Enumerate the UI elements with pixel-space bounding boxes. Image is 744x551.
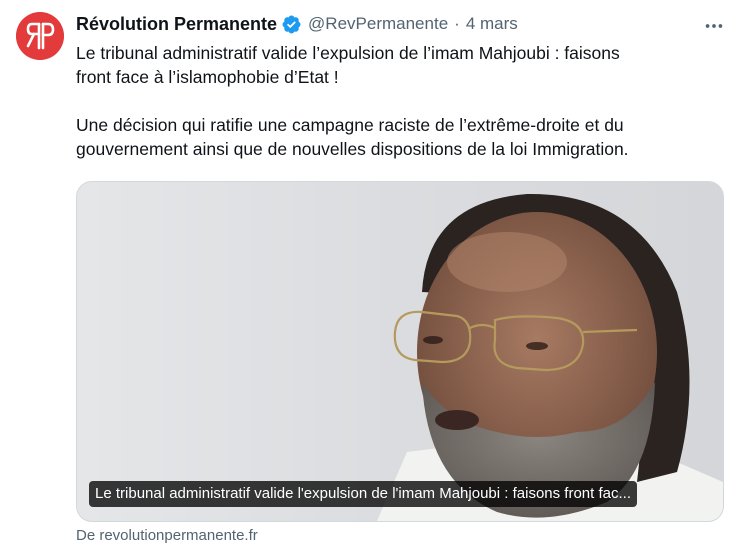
tweet-text: Le tribunal administratif valide l’expul… [76,41,716,161]
avatar[interactable] [16,12,64,60]
tweet-text-line: gouvernement ainsi que de nouvelles disp… [76,139,629,159]
author-name[interactable]: Révolution Permanente [76,12,277,36]
article-photo [77,182,723,521]
card-caption: Le tribunal administratif valide l'expul… [89,481,637,507]
tweet-text-line: front face à l’islamophobie d’Etat ! [76,67,339,87]
tweet-timestamp[interactable]: 4 mars [466,12,518,36]
verified-badge-icon[interactable] [281,14,302,35]
link-card[interactable]: Le tribunal administratif valide l'expul… [76,181,724,522]
tweet-text-line: Une décision qui ratifie une campagne ra… [76,115,624,135]
tweet[interactable]: Révolution Permanente @RevPermanente · 4… [0,0,744,551]
tweet-text-line: Le tribunal administratif valide l’expul… [76,43,620,63]
rp-logo-icon [16,12,64,60]
tweet-header: Révolution Permanente @RevPermanente · 4… [76,12,518,36]
separator-dot: · [454,14,460,33]
card-source-link[interactable]: De revolutionpermanente.fr [76,526,258,546]
more-options-icon[interactable] [698,12,730,40]
author-handle[interactable]: @RevPermanente [308,12,448,36]
